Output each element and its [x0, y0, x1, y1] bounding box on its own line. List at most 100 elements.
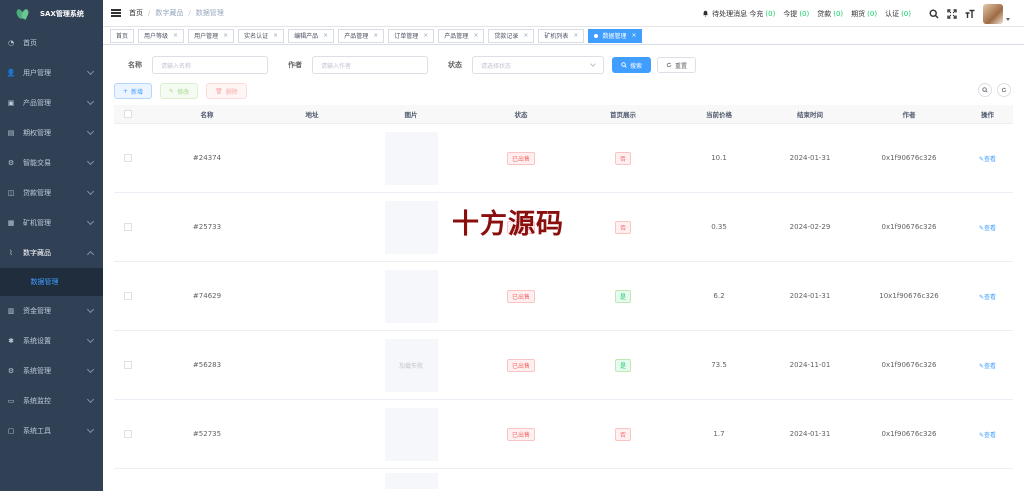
- status-select[interactable]: 请选择状态: [472, 56, 604, 74]
- sidebar-item-9[interactable]: ✱ 系统设置: [0, 326, 103, 356]
- close-icon[interactable]: ×: [373, 32, 378, 39]
- delete-button[interactable]: 🗑 删除: [206, 83, 247, 99]
- close-icon[interactable]: ×: [223, 32, 228, 39]
- caret-down-icon[interactable]: [1006, 18, 1010, 21]
- settings-icon: ✱: [8, 337, 14, 345]
- tab-3[interactable]: 实名认证 ×: [238, 28, 285, 43]
- close-icon[interactable]: ×: [423, 32, 428, 39]
- close-icon[interactable]: ×: [523, 32, 528, 39]
- name-label: 名称: [128, 61, 142, 69]
- reset-button-label: 重置: [675, 62, 688, 70]
- image-placeholder: [384, 131, 438, 185]
- tab-2[interactable]: 用户管理 ×: [188, 28, 235, 43]
- view-link[interactable]: ✎查看: [979, 223, 996, 232]
- font-size-icon[interactable]: [965, 9, 975, 19]
- cell-image: [352, 131, 470, 185]
- loan-icon: ◫: [7, 189, 15, 197]
- sidebar-item-2[interactable]: ▣ 产品管理: [0, 88, 103, 118]
- pending-label[interactable]: 待处理消息 今充: [712, 9, 763, 19]
- option-icon: ▤: [7, 129, 15, 137]
- close-icon[interactable]: ×: [573, 32, 578, 39]
- chevron-down-icon: [86, 305, 95, 314]
- row-checkbox[interactable]: [124, 223, 132, 231]
- sidebar-item-11[interactable]: ▭ 系统监控: [0, 386, 103, 416]
- sidebar-item-10[interactable]: ⚙ 系统管理: [0, 356, 103, 386]
- monitor-icon: ▭: [7, 397, 15, 405]
- withdraw-label[interactable]: 今提: [783, 9, 797, 19]
- app-root: SAX管理系统 ◔ 首页 👤 用户管理 ▣ 产品管理 ▤ 期权管理 ⚙ 智能交易 ◫ 贷款管理 ▦ 矿机管…: [0, 0, 1024, 491]
- tab-label: 实名认证: [244, 33, 269, 40]
- breadcrumb-item-home[interactable]: 首页: [129, 8, 143, 18]
- navbar-right: 待处理消息 今充 (0) 今提 (0) 贷款 (0) 期货 (0) 认证 (0): [702, 0, 1010, 27]
- name-input[interactable]: 请输入名称: [152, 56, 268, 74]
- tab-1[interactable]: 用户等级 ×: [138, 28, 185, 43]
- tab-9[interactable]: 矿机列表 ×: [538, 28, 585, 43]
- bell-icon[interactable]: [702, 10, 709, 17]
- cell-author: 0x1f90676c326: [881, 430, 937, 438]
- row-checkbox[interactable]: [124, 361, 132, 369]
- product-icon: ▣: [7, 99, 15, 107]
- tab-7[interactable]: 产品管理 ×: [438, 28, 485, 43]
- avatar[interactable]: [983, 3, 1003, 24]
- tags-view: 首页 用户等级 × 用户管理 × 实名认证 × 编辑产品 × 产品管理 × 订单管理 × 产品管理 × 贷款记…: [103, 27, 1024, 45]
- sidebar-item-4[interactable]: ⚙ 智能交易: [0, 148, 103, 178]
- sidebar-item-5[interactable]: ◫ 贷款管理: [0, 178, 103, 208]
- search-icon[interactable]: [929, 8, 939, 19]
- view-link[interactable]: ✎查看: [979, 292, 996, 301]
- sidebar-item-6[interactable]: ▦ 矿机管理: [0, 208, 103, 238]
- row-checkbox[interactable]: [124, 292, 132, 300]
- add-button[interactable]: + 新增: [114, 83, 153, 99]
- expire-label[interactable]: 期货: [851, 9, 865, 19]
- close-icon[interactable]: ×: [273, 32, 278, 39]
- row-checkbox[interactable]: [124, 154, 132, 162]
- close-icon[interactable]: ×: [473, 32, 478, 39]
- tab-6[interactable]: 订单管理 ×: [388, 28, 435, 43]
- logo[interactable]: SAX管理系统: [0, 0, 103, 28]
- sidebar-item-3[interactable]: ▤ 期权管理: [0, 118, 103, 148]
- active-dot-icon: [594, 33, 599, 38]
- reset-button[interactable]: 重置: [657, 57, 697, 73]
- sidebar-item-label: 系统监控: [23, 397, 51, 405]
- tab-label: 用户管理: [194, 33, 219, 40]
- close-icon[interactable]: ×: [631, 32, 636, 39]
- search-icon: [621, 62, 627, 68]
- logo-leaf-icon: [16, 9, 30, 19]
- view-link[interactable]: ✎查看: [979, 154, 996, 163]
- edit-button[interactable]: ✎ 修改: [160, 83, 199, 99]
- row-checkbox[interactable]: [124, 430, 132, 438]
- delete-button-label: 删除: [225, 88, 238, 96]
- home-badge: 是: [614, 289, 631, 303]
- sidebar-item-0[interactable]: ◔ 首页: [0, 28, 103, 58]
- close-icon[interactable]: ×: [173, 32, 178, 39]
- image-placeholder: [384, 473, 438, 489]
- chevron-down-icon: [86, 365, 95, 374]
- hamburger-icon[interactable]: [111, 9, 121, 17]
- tab-4[interactable]: 编辑产品 ×: [288, 28, 335, 43]
- view-link[interactable]: ✎查看: [979, 430, 996, 439]
- sidebar: SAX管理系统 ◔ 首页 👤 用户管理 ▣ 产品管理 ▤ 期权管理 ⚙ 智能交易 ◫ 贷款管理 ▦ 矿机管…: [0, 0, 103, 491]
- author-input[interactable]: 请输入作者: [312, 56, 428, 74]
- sidebar-item-8[interactable]: ▥ 资金管理: [0, 296, 103, 326]
- plus-icon: +: [123, 87, 129, 95]
- tab-label: 首页: [116, 33, 129, 40]
- sidebar-item-1[interactable]: 👤 用户管理: [0, 58, 103, 88]
- close-icon[interactable]: ×: [323, 32, 328, 39]
- loan-label[interactable]: 贷款: [817, 9, 831, 19]
- sidebar-item-7[interactable]: ⌇ 数字藏品: [0, 238, 103, 268]
- header-checkbox-cell: [114, 110, 142, 118]
- tab-5[interactable]: 产品管理 ×: [338, 28, 385, 43]
- sidebar-subitem-data-management[interactable]: 数据管理: [0, 268, 103, 296]
- tab-10[interactable]: 数据管理 ×: [588, 28, 643, 43]
- refresh-table-button[interactable]: [997, 83, 1011, 97]
- sidebar-item-12[interactable]: ▢ 系统工具: [0, 416, 103, 446]
- select-all-checkbox[interactable]: [124, 110, 132, 118]
- search-form: 名称 请输入名称 作者 请输入作者 状态 请选择状态 搜索 重置: [128, 56, 697, 74]
- chevron-down-icon: [86, 97, 95, 106]
- toggle-search-button[interactable]: [978, 83, 992, 97]
- auth-label[interactable]: 认证: [885, 9, 899, 19]
- tab-8[interactable]: 贷款记录 ×: [488, 28, 535, 43]
- search-button[interactable]: 搜索: [612, 57, 652, 73]
- fullscreen-icon[interactable]: [947, 8, 957, 19]
- tab-0[interactable]: 首页: [110, 28, 135, 43]
- view-link[interactable]: ✎查看: [979, 361, 996, 370]
